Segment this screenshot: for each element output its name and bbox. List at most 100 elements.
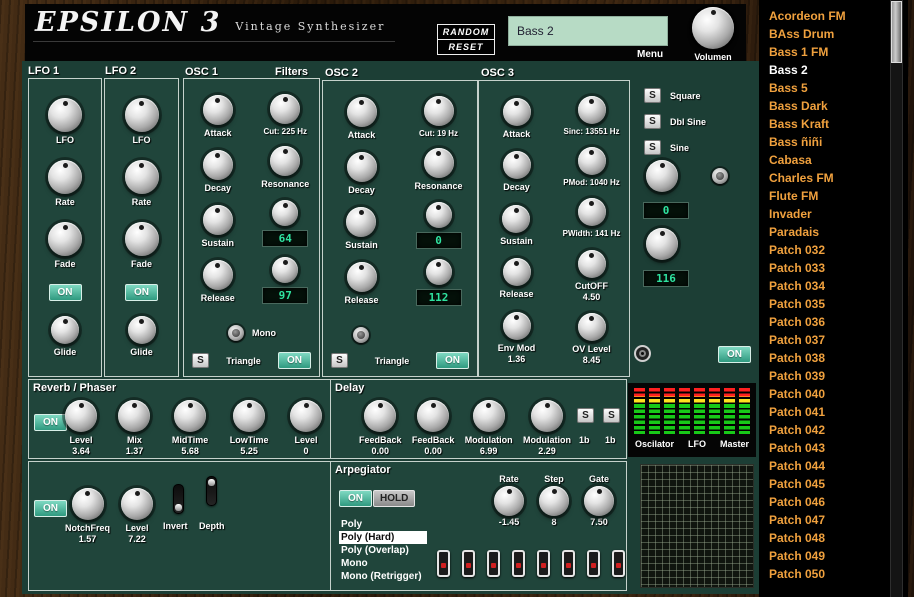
arp-rate-knob[interactable] [494,486,524,516]
osc1-decay-knob[interactable] [203,150,233,180]
reset-button[interactable]: RESET [438,40,494,54]
osc3-ovlevel-knob[interactable] [578,313,606,341]
osc3-pwidth-knob[interactable] [578,198,606,226]
osc1-resonance-knob[interactable] [270,146,300,176]
osc2-mono-button[interactable] [353,327,369,343]
wave-dblsine-s-button[interactable]: S [644,114,661,129]
arp-step-knob[interactable] [539,486,569,516]
preset-item[interactable]: Patch 035 [759,295,888,313]
osc2-filter-display-1[interactable]: 0 [416,232,462,249]
preset-item[interactable]: Bass Dark [759,97,888,115]
delay-sync1-s-button[interactable]: S [577,408,594,423]
preset-item[interactable]: Patch 048 [759,529,888,547]
osc1-on-button[interactable]: ON [278,352,311,369]
delay-modulation1-knob[interactable] [473,400,505,432]
arp-step-switch[interactable] [612,550,625,577]
preset-item[interactable]: Patch 047 [759,511,888,529]
osc1-filter-knob-1[interactable] [272,200,298,226]
lfo2-lfo-knob[interactable] [125,98,159,132]
osc2-filter-knob-2[interactable] [426,259,452,285]
preset-item[interactable]: Patch 033 [759,259,888,277]
arp-hold-button[interactable]: HOLD [373,490,415,507]
wave-sine-s-button[interactable]: S [644,140,661,155]
osc2-sustain-knob[interactable] [346,207,376,237]
preset-item[interactable]: Patch 032 [759,241,888,259]
osc1-cutoff-knob[interactable] [270,94,300,124]
lfo1-on-button[interactable]: ON [49,284,82,301]
arp-mode-item[interactable]: Poly [339,518,427,531]
lfo1-fade-knob[interactable] [48,222,82,256]
osc1-attack-knob[interactable] [203,95,233,125]
preset-item[interactable]: Patch 046 [759,493,888,511]
reverb-on-button[interactable]: ON [34,414,67,431]
osc1-sustain-knob[interactable] [203,205,233,235]
delay-feedback1-knob[interactable] [364,400,396,432]
reverb-mix-knob[interactable] [118,400,150,432]
osc3-envmod-knob[interactable] [503,312,531,340]
arp-step-switch[interactable] [437,550,450,577]
osc2-filter-knob-1[interactable] [426,202,452,228]
osc3-decay-knob[interactable] [503,151,531,179]
osc3-release-knob[interactable] [503,258,531,286]
notch-level-knob[interactable] [121,488,153,520]
preset-item[interactable]: Patch 041 [759,403,888,421]
osc3-pmod-knob[interactable] [578,147,606,175]
preset-item[interactable]: Invader [759,205,888,223]
delay-feedback2-knob[interactable] [417,400,449,432]
lfo1-glide-knob[interactable] [51,316,79,344]
preset-item[interactable]: Patch 050 [759,565,888,583]
preset-item[interactable]: Paradais [759,223,888,241]
wave-detune-knob[interactable] [646,228,678,260]
preset-item[interactable]: Bass ñiñi [759,133,888,151]
random-button[interactable]: RANDOM [438,25,494,40]
preset-item[interactable]: BAss Drum [759,25,888,43]
wave-on-button[interactable]: ON [718,346,751,363]
osc1-release-knob[interactable] [203,260,233,290]
osc2-wave-s-button[interactable]: S [331,353,348,368]
preset-item[interactable]: Patch 040 [759,385,888,403]
arp-step-switch[interactable] [487,550,500,577]
preset-item[interactable]: Patch 036 [759,313,888,331]
wave-display-1[interactable]: 0 [643,202,689,219]
lfo2-on-button[interactable]: ON [125,284,158,301]
wave-mix-knob[interactable] [646,160,678,192]
preset-item[interactable]: Patch 038 [759,349,888,367]
wave-square-s-button[interactable]: S [644,88,661,103]
osc1-wave-s-button[interactable]: S [192,353,209,368]
arp-mode-item[interactable]: Mono [339,557,427,570]
arp-mode-item[interactable]: Mono (Retrigger) [339,570,427,583]
lfo2-glide-knob[interactable] [128,316,156,344]
osc2-on-button[interactable]: ON [436,352,469,369]
arp-step-switch[interactable] [512,550,525,577]
osc1-filter-display-2[interactable]: 97 [262,287,308,304]
arp-mode-item[interactable]: Poly (Overlap) [339,544,427,557]
reverb-lowtime-knob[interactable] [233,400,265,432]
wave-display-2[interactable]: 116 [643,270,689,287]
preset-item[interactable]: Patch 044 [759,457,888,475]
osc2-attack-knob[interactable] [347,97,377,127]
arp-on-button[interactable]: ON [339,490,372,507]
phaser-level-knob[interactable] [290,400,322,432]
osc1-mono-button[interactable] [228,325,244,341]
arp-step-switch[interactable] [587,550,600,577]
volume-knob[interactable] [692,7,734,49]
lfo1-lfo-knob[interactable] [48,98,82,132]
osc1-filter-display-1[interactable]: 64 [262,230,308,247]
notch-freq-knob[interactable] [72,488,104,520]
osc3-attack-knob[interactable] [503,98,531,126]
preset-item[interactable]: Bass 5 [759,79,888,97]
preset-item[interactable]: Bass 2 [759,61,888,79]
preset-item[interactable]: Acordeon FM [759,7,888,25]
osc3-sustain-knob[interactable] [502,205,530,233]
preset-item[interactable]: Patch 034 [759,277,888,295]
preset-item[interactable]: Patch 045 [759,475,888,493]
preset-item[interactable]: Bass 1 FM [759,43,888,61]
wave-small-knob[interactable] [712,168,728,184]
preset-scrollbar-thumb[interactable] [891,1,902,63]
osc2-resonance-knob[interactable] [424,148,454,178]
reverb-midtime-knob[interactable] [174,400,206,432]
osc3-sinc-knob[interactable] [578,96,606,124]
osc2-release-knob[interactable] [347,262,377,292]
preset-name-input[interactable] [508,16,668,46]
delay-sync1-value[interactable]: 1b [579,435,590,445]
